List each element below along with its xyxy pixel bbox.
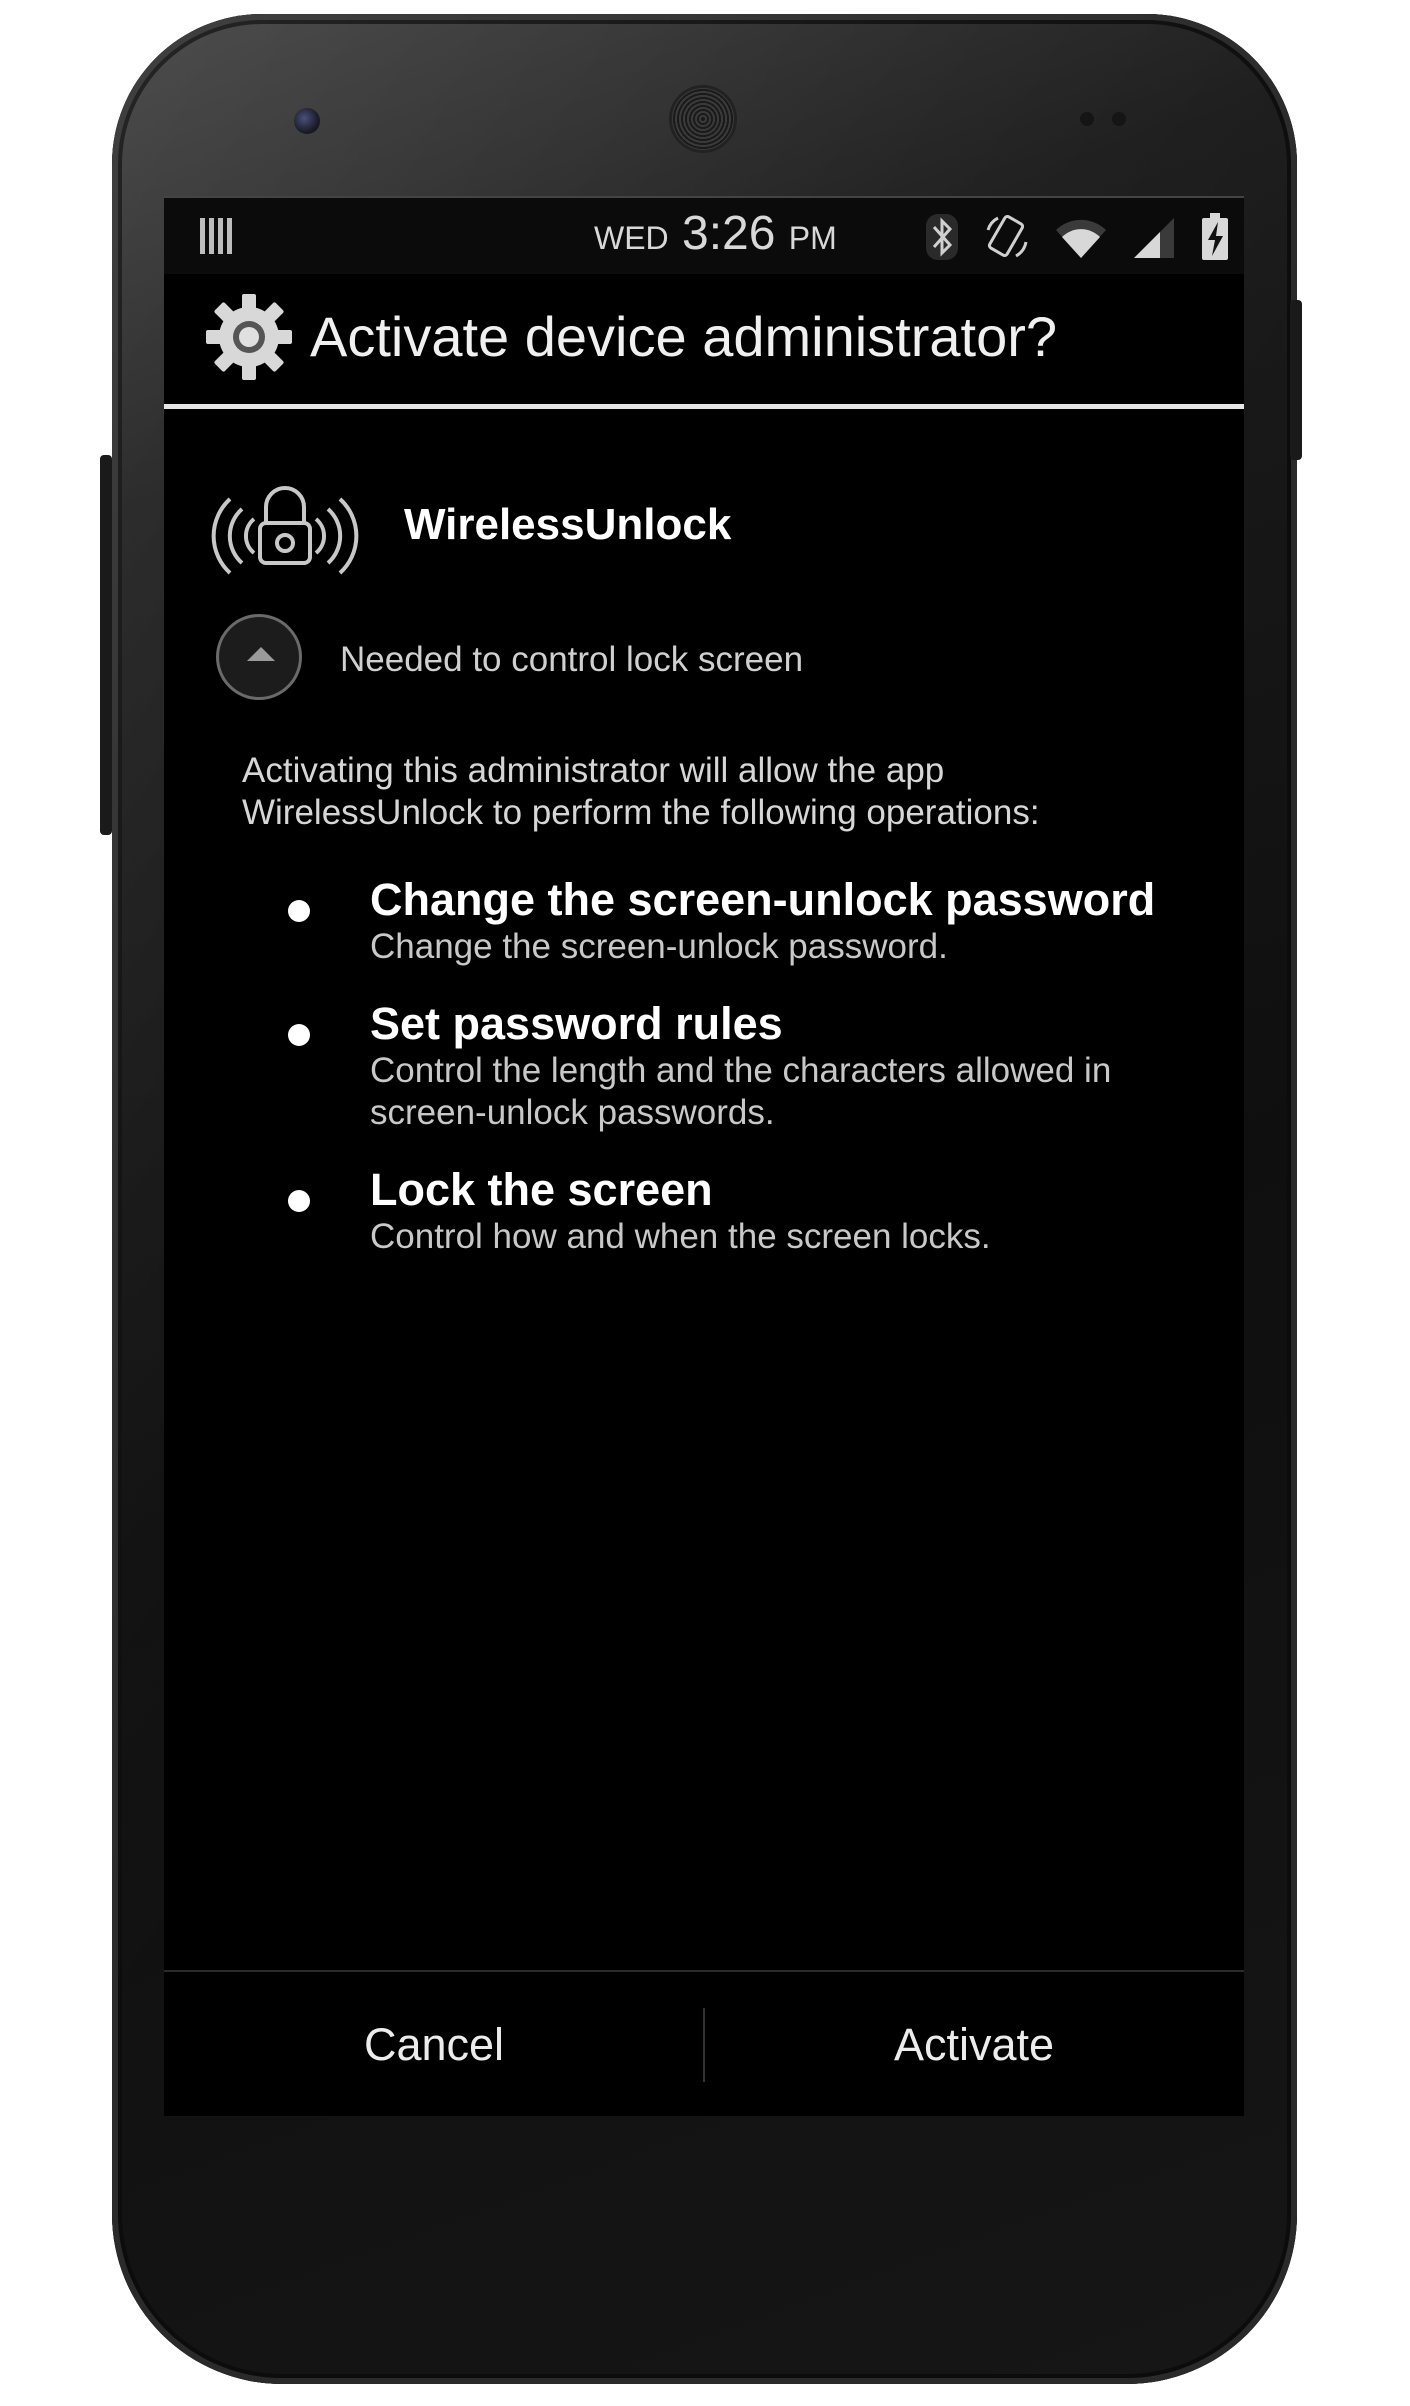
wireless-lock-icon — [211, 486, 359, 575]
clock: WED 3:26 PM — [594, 206, 837, 261]
warning-line-1: Activating this administrator will allow… — [242, 751, 945, 790]
policy-title: Lock the screen — [370, 1164, 713, 1215]
power-button — [1290, 300, 1302, 460]
policy-description-line: screen-unlock passwords. — [370, 1093, 775, 1132]
wifi-icon — [1056, 219, 1106, 258]
bullet-icon — [288, 1024, 310, 1046]
policy-title: Change the screen-unlock password — [370, 874, 1156, 925]
dialog-title: Activate device administrator? — [310, 305, 1058, 368]
bullet-icon — [288, 900, 310, 922]
volume-button — [100, 455, 112, 835]
barcode-icon — [200, 218, 236, 254]
policy-description-line: Control the length and the characters al… — [370, 1051, 1112, 1090]
screen: WED 3:26 PM Activate device administrato… — [164, 196, 1244, 2116]
warning-line-2: WirelessUnlock to perform the following … — [242, 793, 1040, 832]
front-camera — [294, 108, 320, 134]
gear-icon — [206, 294, 292, 380]
signal-icon — [1134, 218, 1174, 258]
policy-title: Set password rules — [370, 998, 783, 1049]
policy-description-line: Control how and when the screen locks. — [370, 1217, 991, 1256]
rotation-icon — [986, 215, 1028, 258]
status-bar: WED 3:26 PM — [164, 196, 1244, 274]
proximity-sensor — [1080, 112, 1094, 126]
activate-button[interactable]: Activate — [704, 1972, 1244, 2116]
bluetooth-icon — [926, 214, 958, 260]
activation-warning: Activating this administrator will allow… — [242, 750, 1182, 834]
policy-description-line: Change the screen-unlock password. — [370, 927, 948, 966]
clock-ampm: PM — [788, 220, 837, 256]
status-icons — [924, 210, 1230, 264]
bullet-icon — [288, 1190, 310, 1212]
app-name: WirelessUnlock — [404, 500, 732, 549]
policy-description: Control how and when the screen locks. — [370, 1216, 1230, 1258]
policy-description: Control the length and the characters al… — [370, 1050, 1230, 1134]
app-description: Needed to control lock screen — [340, 640, 804, 679]
battery-charging-icon — [1202, 213, 1228, 260]
earpiece-speaker — [672, 88, 734, 150]
cancel-button[interactable]: Cancel — [164, 1972, 704, 2116]
dialog-title-bar: Activate device administrator? — [164, 274, 1244, 409]
dialog-button-bar: Cancel Activate — [164, 1970, 1244, 2116]
light-sensor — [1112, 112, 1126, 126]
policy-description: Change the screen-unlock password. — [370, 926, 1230, 968]
clock-day: WED — [594, 220, 669, 256]
clock-time: 3:26 — [682, 207, 776, 260]
expand-description-button[interactable] — [216, 614, 302, 700]
